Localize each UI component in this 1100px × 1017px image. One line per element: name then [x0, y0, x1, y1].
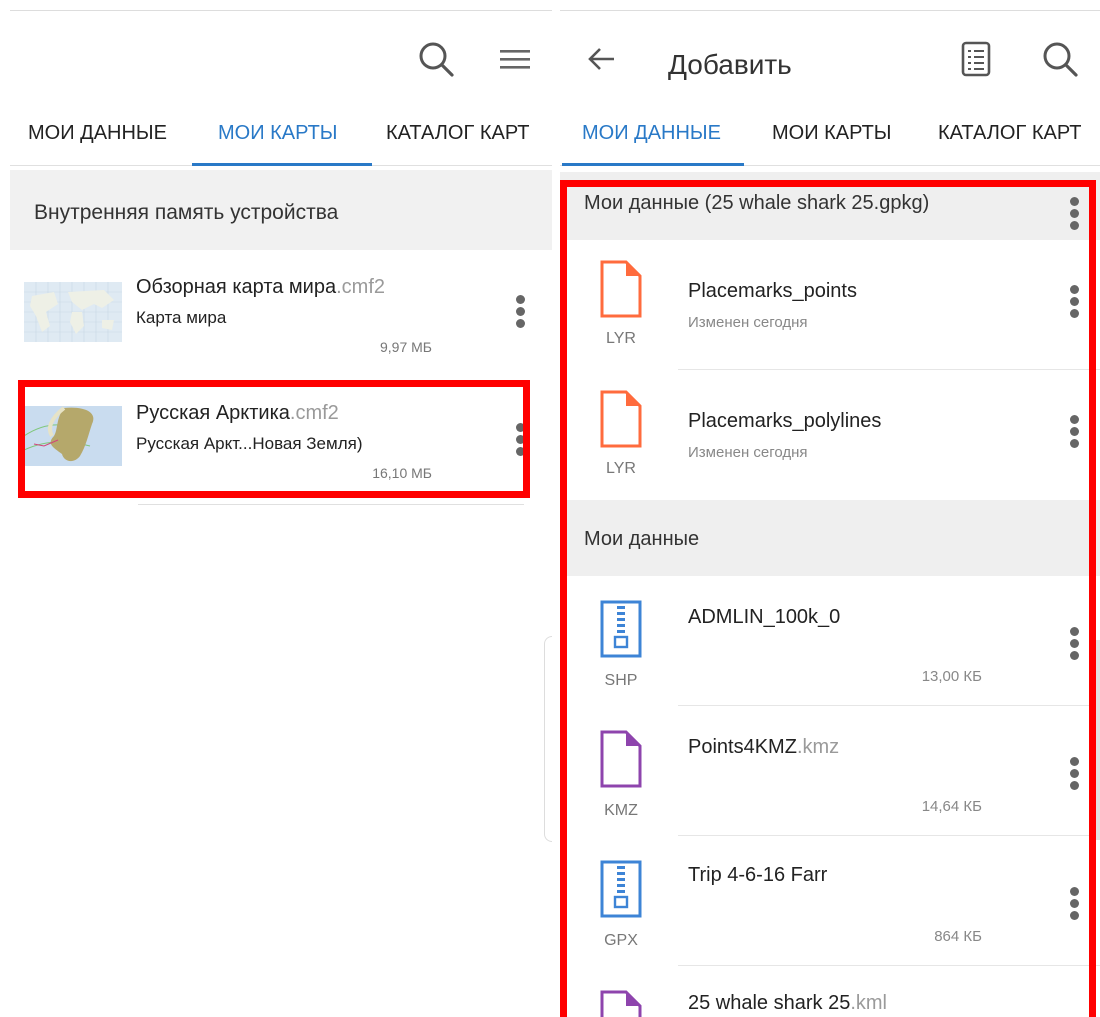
right-screen: Добавить МОИ ДАННЫЕ МОИ КАРТЫ КАТАЛОГ КА…: [560, 0, 1100, 1017]
file-layer-icon: [600, 390, 642, 448]
file-kmz-icon: [600, 730, 642, 788]
map-subtitle: Русская Аркт...Новая Земля): [136, 434, 363, 453]
tab-map-catalog[interactable]: КАТАЛОГ КАРТ: [938, 122, 1081, 145]
map-subtitle: Карта мира: [136, 308, 227, 327]
file-size: 13,00 КБ: [921, 668, 982, 685]
file-size: 14,64 КБ: [921, 798, 982, 815]
divider: [138, 504, 524, 505]
arctic-map-thumbnail: [24, 406, 122, 466]
tab-my-maps[interactable]: МОИ КАРТЫ: [772, 122, 892, 145]
group-header: Мои данные: [560, 500, 1100, 576]
map-size: 9,97 МБ: [380, 339, 432, 355]
list-item[interactable]: LYR Placemarks_polylines Изменен сегодня: [560, 370, 1100, 500]
map-size: 16,10 МБ: [372, 465, 432, 481]
group-header-label: Мои данные: [584, 528, 700, 550]
tab-map-catalog[interactable]: КАТАЛОГ КАРТ: [386, 122, 529, 145]
list-item[interactable]: LYR Placemarks_points Изменен сегодня: [560, 240, 1100, 370]
search-icon[interactable]: [1040, 39, 1080, 79]
list-item[interactable]: KMZ Points4KMZ.kmz 14,64 КБ: [560, 706, 1100, 836]
file-name: Placemarks_points: [688, 280, 857, 302]
list-item[interactable]: 25 whale shark 25.kml: [560, 966, 1100, 1017]
file-type-label: LYR: [606, 330, 636, 347]
file-layer-icon: [600, 260, 642, 318]
zip-archive-icon: [600, 860, 642, 918]
more-options-icon[interactable]: [1064, 282, 1084, 328]
file-modified: Изменен сегодня: [688, 444, 808, 461]
map-item[interactable]: Русская Арктика.cmf2 Русская Аркт...Нова…: [10, 378, 552, 504]
scrollbar[interactable]: [1096, 640, 1100, 840]
tab-bar: МОИ ДАННЫЕ МОИ КАРТЫ КАТАЛОГ КАРТ: [560, 100, 1100, 166]
tab-my-data[interactable]: МОИ ДАННЫЕ: [28, 122, 167, 145]
search-icon[interactable]: [416, 39, 456, 79]
more-options-icon[interactable]: [1064, 194, 1084, 240]
more-options-icon[interactable]: [1064, 412, 1084, 458]
world-map-thumbnail: [24, 282, 122, 342]
map-title: Русская Арктика.cmf2: [136, 402, 339, 424]
map-title: Обзорная карта мира.cmf2: [136, 276, 386, 298]
left-screen: МОИ ДАННЫЕ МОИ КАРТЫ КАТАЛОГ КАРТ Внутре…: [0, 0, 552, 1017]
side-sheet-edge: [544, 636, 552, 842]
section-header: Внутренняя память устройства: [10, 170, 552, 250]
more-options-icon[interactable]: [1064, 624, 1084, 670]
active-tab-indicator: [562, 163, 744, 166]
checklist-icon[interactable]: [956, 39, 996, 79]
toolbar: [10, 10, 552, 100]
menu-icon[interactable]: [496, 39, 536, 79]
file-name: Trip 4-6-16 Farr: [688, 864, 828, 886]
back-arrow-icon[interactable]: [582, 39, 622, 79]
file-modified: Изменен сегодня: [688, 314, 808, 331]
file-name: Placemarks_polylines: [688, 410, 882, 432]
more-options-icon[interactable]: [1064, 754, 1084, 800]
group-header-label: Мои данные (25 whale shark 25.gpkg): [584, 192, 930, 214]
page-title: Добавить: [668, 49, 792, 80]
more-options-icon[interactable]: [1064, 884, 1084, 930]
file-size: 864 КБ: [934, 928, 982, 945]
file-name: 25 whale shark 25.kml: [688, 992, 887, 1014]
file-name: ADMLIN_100k_0: [688, 606, 841, 628]
toolbar: Добавить: [560, 10, 1100, 100]
file-type-label: LYR: [606, 460, 636, 477]
tab-my-data[interactable]: МОИ ДАННЫЕ: [582, 122, 721, 145]
list-item[interactable]: SHP ADMLIN_100k_0 13,00 КБ: [560, 576, 1100, 706]
map-item[interactable]: Обзорная карта мира.cmf2 Карта мира 9,97…: [10, 252, 552, 378]
group-header: Мои данные (25 whale shark 25.gpkg): [560, 172, 1100, 240]
more-options-icon[interactable]: [510, 292, 530, 338]
more-options-icon[interactable]: [510, 420, 530, 466]
file-kml-icon: [600, 990, 642, 1017]
file-name: Points4KMZ.kmz: [688, 736, 840, 758]
zip-archive-icon: [600, 600, 642, 658]
file-type-label: KMZ: [604, 802, 638, 819]
list-item[interactable]: GPX Trip 4-6-16 Farr 864 КБ: [560, 836, 1100, 966]
tab-bar: МОИ ДАННЫЕ МОИ КАРТЫ КАТАЛОГ КАРТ: [10, 100, 552, 166]
section-header-label: Внутренняя память устройства: [34, 201, 339, 224]
file-type-label: GPX: [604, 932, 638, 949]
active-tab-indicator: [192, 163, 372, 166]
file-type-label: SHP: [604, 672, 638, 689]
tab-my-maps[interactable]: МОИ КАРТЫ: [218, 122, 338, 145]
